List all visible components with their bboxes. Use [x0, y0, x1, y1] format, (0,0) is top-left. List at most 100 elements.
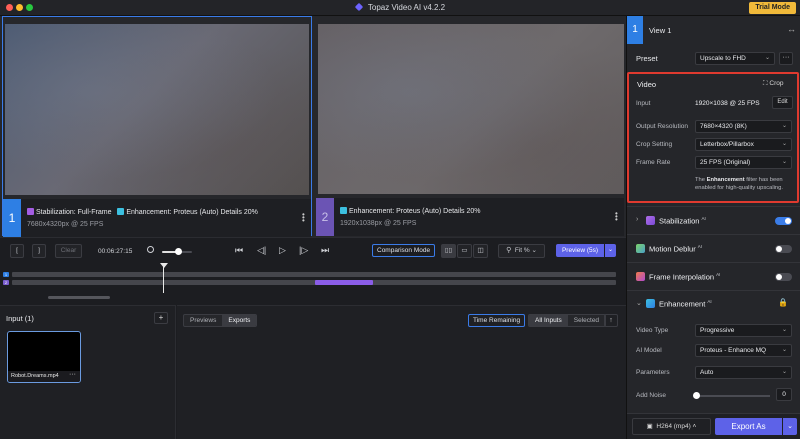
- zoom-icon[interactable]: [147, 246, 154, 253]
- timeline[interactable]: 1 2: [0, 263, 626, 305]
- playhead-handle[interactable]: [160, 263, 168, 268]
- video-section-title: Video: [637, 80, 657, 89]
- play-icon[interactable]: ▷: [279, 245, 286, 255]
- fit-zoom-select[interactable]: ⚲ Fit % ⌄: [498, 244, 545, 258]
- input-thumbnail[interactable]: Robot.Dreams.mp4 ···: [7, 331, 81, 383]
- motion-deblur-title: Motion Deblur: [649, 244, 696, 254]
- trial-mode-badge[interactable]: Trial Mode: [749, 2, 796, 14]
- input-panel: Input (1) + Robot.Dreams.mp4 ···: [0, 305, 176, 439]
- preview-range-segment[interactable]: [315, 280, 373, 285]
- skip-to-start-icon[interactable]: ⏮: [235, 245, 243, 255]
- frame-rate-label: Frame Rate: [636, 159, 671, 166]
- preview-info-bar-right: 2 Enhancement: Proteus (Auto) Details 20…: [316, 198, 624, 236]
- stabilization-toggle[interactable]: [775, 217, 792, 225]
- edit-input-button[interactable]: Edit: [772, 96, 793, 109]
- crop-setting-label: Crop Setting: [636, 141, 673, 148]
- time-remaining-button[interactable]: Time Remaining: [468, 314, 526, 327]
- view-label: View 1: [649, 26, 672, 35]
- enhancement-title: Enhancement: [659, 299, 706, 309]
- codec-select[interactable]: ▣ H264 (mp4) ˄: [632, 418, 711, 435]
- transport-controls: [ ] Clear 00:06:27:15 ⏮ ◁| ▷ |▷ ⏭ Compar…: [0, 237, 626, 263]
- motion-deblur-icon: [636, 244, 645, 253]
- preview-resolution: 7680x4320px @ 25 FPS: [27, 221, 104, 228]
- export-footer: ▣ H264 (mp4) ˄ Export As ⌄: [627, 413, 800, 439]
- previews-exports-tabs: Previews Exports: [183, 314, 258, 327]
- more-options-icon[interactable]: • • •: [615, 210, 618, 224]
- enhancement-note: The Enhancement filter has been enabled …: [695, 177, 783, 191]
- motion-deblur-toggle[interactable]: [775, 245, 792, 253]
- stabilization-section[interactable]: › Stabilization AI: [627, 206, 800, 234]
- chevron-down-icon[interactable]: ⌄: [636, 299, 642, 307]
- side-by-side-view-icon[interactable]: ▯▯: [441, 244, 456, 258]
- timeline-scrollbar[interactable]: [48, 296, 110, 299]
- expand-arrows-icon[interactable]: ↔: [787, 24, 796, 34]
- tab-selected[interactable]: Selected: [568, 315, 605, 326]
- next-frame-icon[interactable]: |▷: [299, 245, 308, 255]
- sort-arrow-up-icon[interactable]: ↑: [604, 314, 618, 327]
- crop-icon: ⛶: [763, 80, 768, 87]
- exports-panel: Previews Exports Time Remaining All Inpu…: [177, 305, 626, 439]
- preview-filter-stabilization: Stabilization: Full-Frame: [36, 209, 112, 216]
- window-title: Topaz Video AI v4.2.2: [0, 2, 800, 12]
- stabilization-title: Stabilization: [659, 216, 700, 226]
- frame-interpolation-toggle[interactable]: [775, 273, 792, 281]
- preset-more-icon[interactable]: ···: [779, 52, 793, 65]
- video-settings-section: Video ⛶ Crop Input 1920×1038 @ 25 FPS Ed…: [627, 72, 799, 203]
- film-icon: ▣: [646, 423, 653, 430]
- preview-pane-enhanced[interactable]: 2 Enhancement: Proteus (Auto) Details 20…: [316, 16, 624, 236]
- export-options-chevron-icon[interactable]: ⌄: [783, 418, 797, 435]
- frame-rate-select[interactable]: 25 FPS (Original) ⌄: [695, 156, 792, 169]
- skip-to-end-icon[interactable]: ⏭: [321, 245, 329, 255]
- crop-button[interactable]: ⛶ Crop: [763, 80, 783, 88]
- split-view-icon[interactable]: ◫: [473, 244, 488, 258]
- view-number-badge: 1: [627, 16, 643, 44]
- preview-button[interactable]: Preview (5s): [556, 244, 604, 257]
- clear-button[interactable]: Clear: [55, 244, 82, 258]
- add-input-button[interactable]: +: [154, 312, 168, 324]
- crop-setting-select[interactable]: Letterbox/Pillarbox ⌄: [695, 138, 792, 151]
- ai-model-label: AI Model: [636, 347, 662, 354]
- add-noise-value[interactable]: 0: [776, 388, 792, 401]
- settings-panel: 1 View 1 ↔ Preset Upscale to FHD ⌄ ··· Vi…: [626, 16, 800, 439]
- motion-deblur-section[interactable]: Motion Deblur AI: [627, 234, 800, 262]
- mark-in-button[interactable]: [: [10, 244, 24, 258]
- input-thumbnail-name: Robot.Dreams.mp4: [11, 373, 59, 379]
- video-type-select[interactable]: Progressive ⌄: [695, 324, 792, 337]
- thumbnail-more-icon[interactable]: ···: [69, 371, 76, 378]
- parameters-select[interactable]: Auto ⌄: [695, 366, 792, 379]
- comparison-mode-button[interactable]: Comparison Mode: [372, 244, 436, 257]
- add-noise-slider[interactable]: [695, 395, 770, 397]
- ai-model-select[interactable]: Proteus - Enhance MQ ⌄: [695, 344, 792, 357]
- timeline-track-2[interactable]: [12, 280, 616, 285]
- mark-out-button[interactable]: ]: [32, 244, 46, 258]
- track-1-label: 1: [3, 272, 9, 277]
- zoom-slider-handle[interactable]: [175, 248, 182, 255]
- enhancement-icon: [340, 207, 347, 214]
- enhancement-icon: [646, 299, 655, 308]
- previous-frame-icon[interactable]: ◁|: [257, 245, 266, 255]
- title-bar: Topaz Video AI v4.2.2 Trial Mode: [0, 0, 800, 16]
- single-view-icon[interactable]: ▭: [457, 244, 472, 258]
- chevron-right-icon[interactable]: ›: [636, 216, 638, 223]
- add-noise-slider-handle[interactable]: [693, 392, 700, 399]
- frame-interpolation-section[interactable]: Frame Interpolation AI: [627, 262, 800, 290]
- input-panel-title: Input (1): [6, 314, 34, 323]
- track-2-label: 2: [3, 280, 9, 285]
- tab-all-inputs[interactable]: All Inputs: [529, 315, 568, 326]
- playhead[interactable]: [163, 263, 164, 293]
- timeline-track-1[interactable]: [12, 272, 616, 277]
- preview-video-left[interactable]: [5, 24, 309, 195]
- export-as-button[interactable]: Export As: [715, 418, 782, 435]
- stabilization-icon: [646, 216, 655, 225]
- more-options-icon[interactable]: • • •: [302, 211, 305, 225]
- input-label: Input: [636, 100, 651, 107]
- output-resolution-select[interactable]: 7680×4320 (8K) ⌄: [695, 120, 792, 133]
- tab-previews[interactable]: Previews: [184, 315, 222, 326]
- preview-filter-enhancement: Enhancement: Proteus (Auto) Details 20%: [126, 209, 258, 216]
- preset-label: Preset: [636, 54, 658, 63]
- preview-options-chevron-icon[interactable]: ⌄: [605, 244, 616, 257]
- tab-exports[interactable]: Exports: [222, 315, 257, 326]
- preset-select[interactable]: Upscale to FHD ⌄: [695, 52, 775, 65]
- preview-pane-original[interactable]: 1 Stabilization: Full-Frame Enhancement:…: [2, 16, 312, 237]
- preview-video-right[interactable]: [318, 24, 624, 194]
